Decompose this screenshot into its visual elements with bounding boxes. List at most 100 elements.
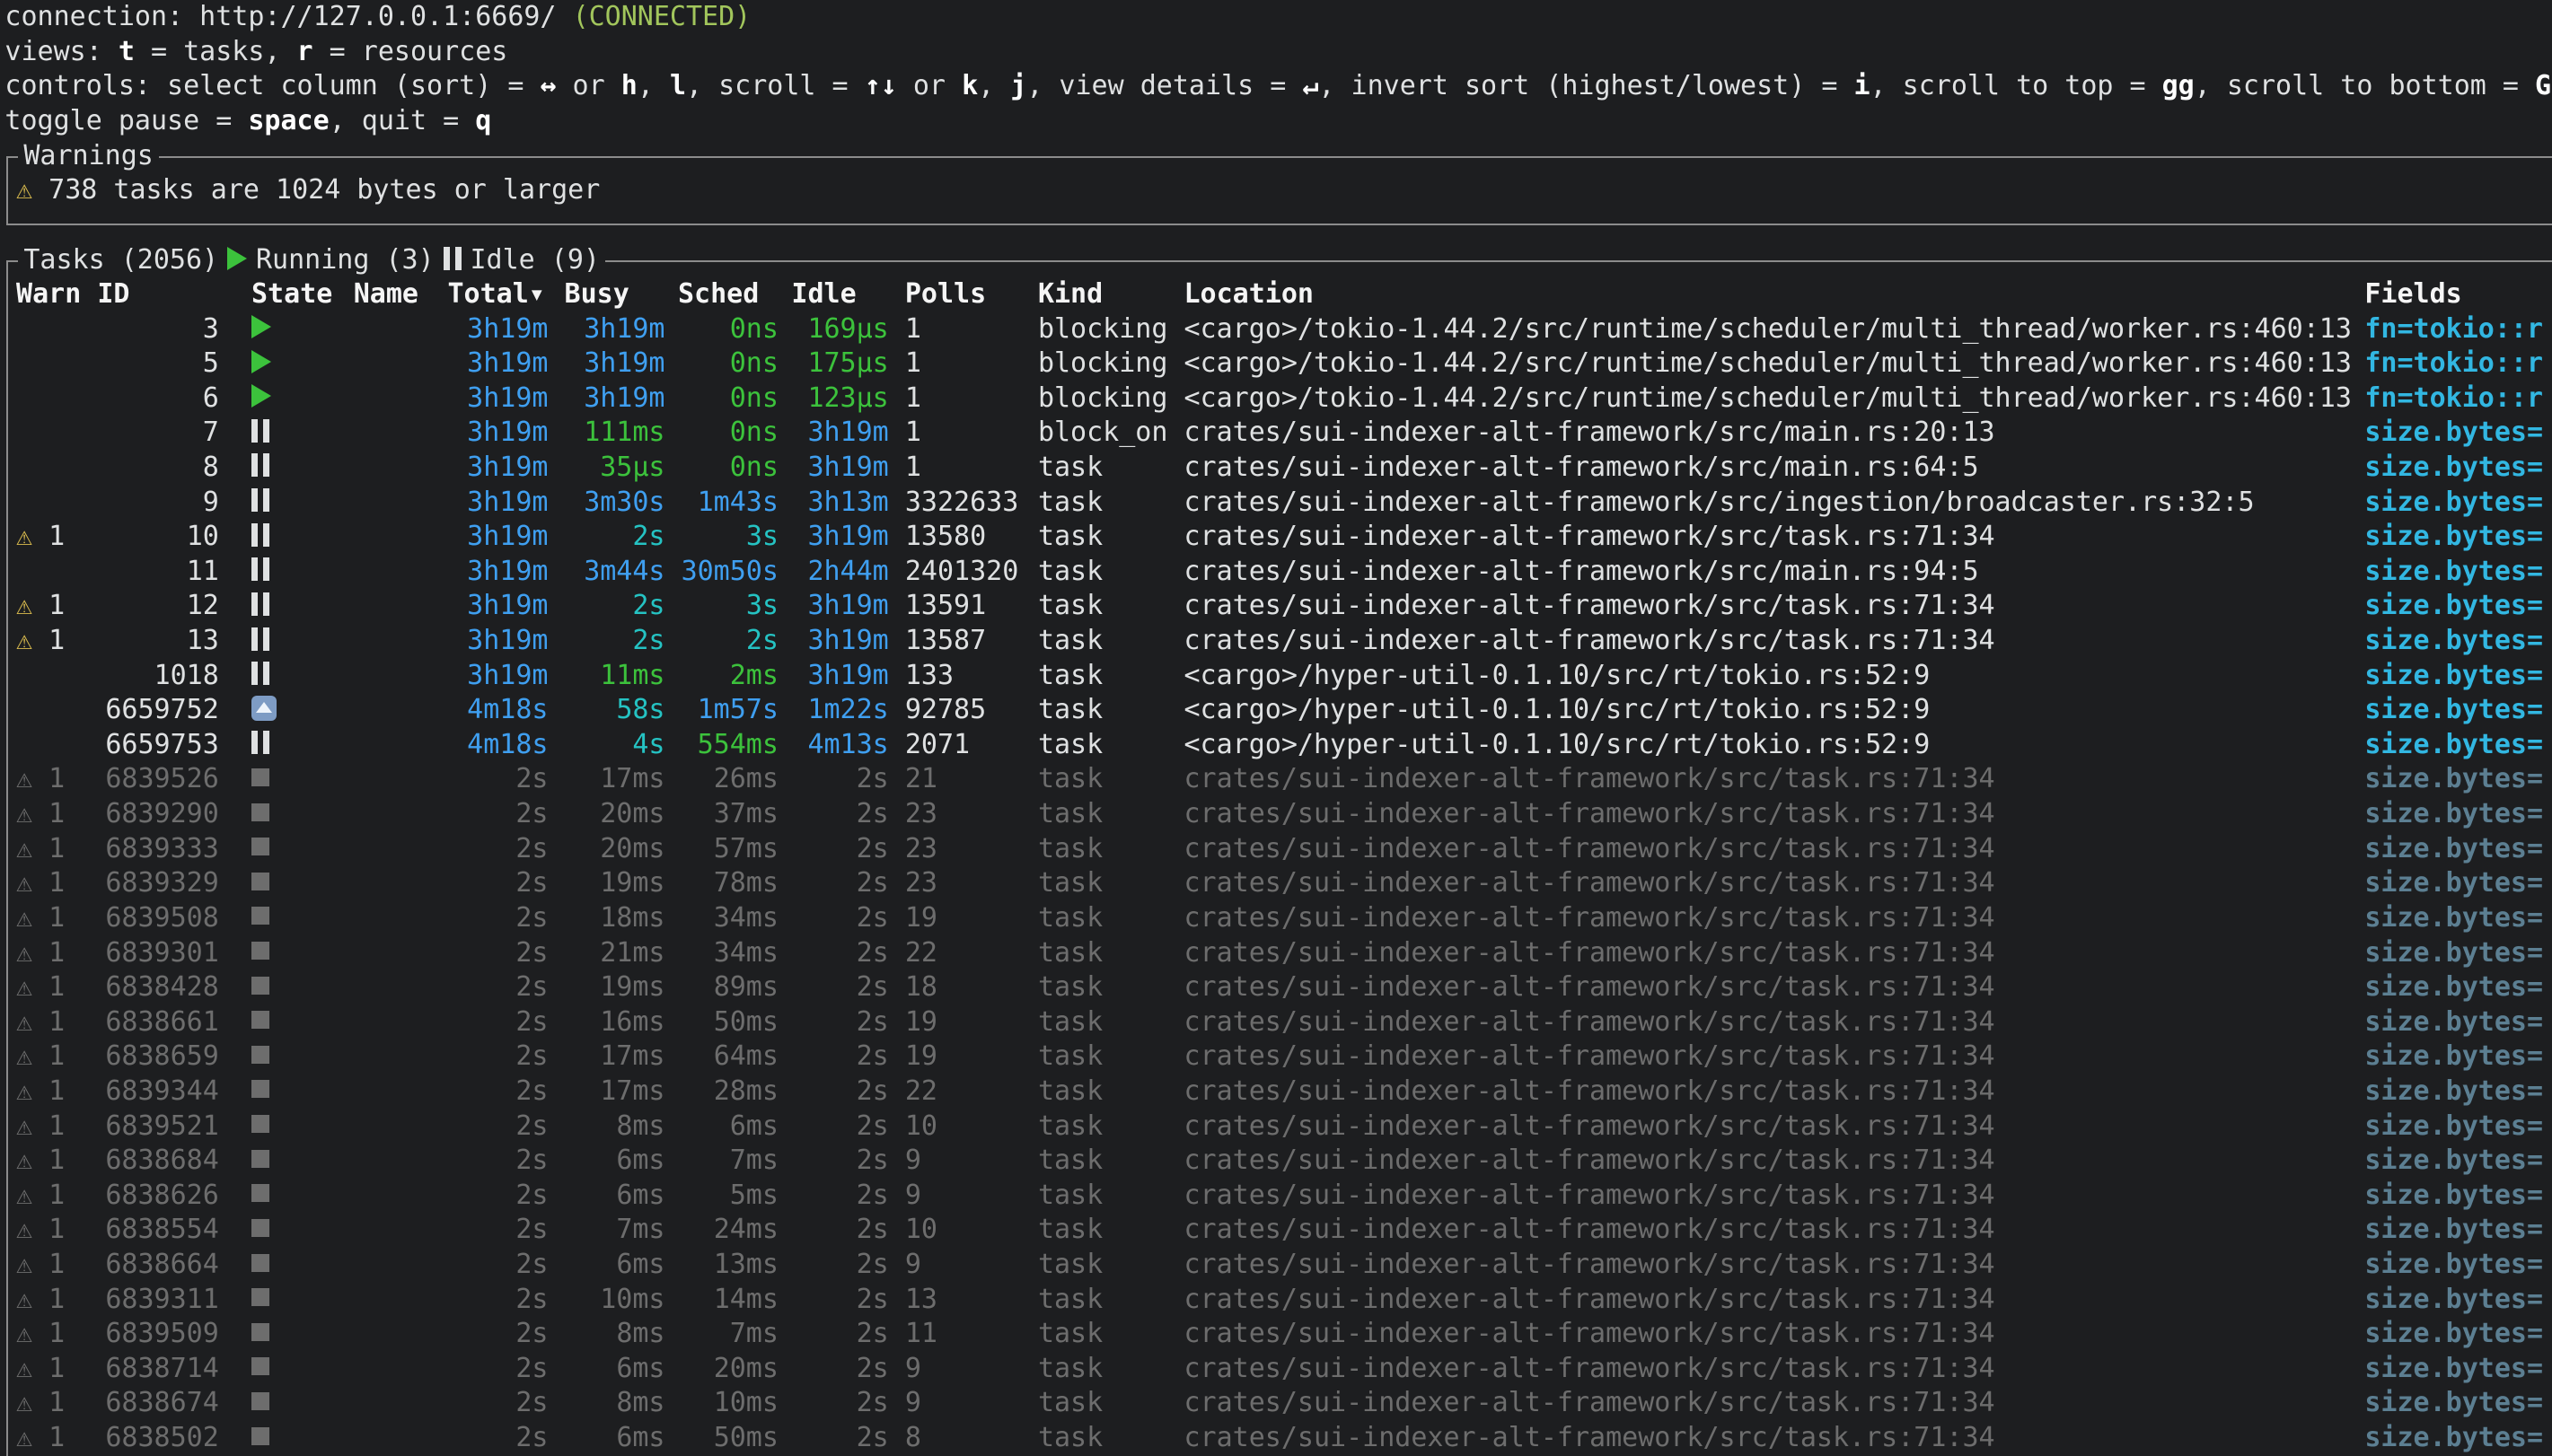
column-header-state[interactable]: State xyxy=(251,277,340,312)
task-row-6659752[interactable]: 66597524m18s58s1m57s1m22s92785task<cargo… xyxy=(0,693,2552,728)
cell-sched: 28ms xyxy=(678,1074,779,1110)
task-row-6838502[interactable]: ⚠ 168385022s6ms50ms2s8taskcrates/sui-ind… xyxy=(0,1421,2552,1456)
cell-total: 2s xyxy=(447,1421,548,1456)
task-row-6838684[interactable]: ⚠ 168386842s6ms7ms2s9taskcrates/sui-inde… xyxy=(0,1144,2552,1179)
cell-kind: task xyxy=(1038,589,1192,624)
cell-total: 2s xyxy=(447,1144,548,1179)
task-row-6659753[interactable]: 66597534m18s4s554ms4m13s2071task<cargo>/… xyxy=(0,728,2552,763)
task-row-8[interactable]: 83h19m35µs0ns3h19m1taskcrates/sui-indexe… xyxy=(0,451,2552,486)
state-running-icon xyxy=(251,384,271,408)
cell-idle: 3h19m xyxy=(791,520,888,555)
state-stopped-icon xyxy=(251,1392,269,1410)
task-row-12[interactable]: ⚠ 1123h19m2s3s3h19m13591taskcrates/sui-i… xyxy=(0,589,2552,624)
warnings-panel-title: Warnings xyxy=(18,139,159,174)
task-row-9[interactable]: 93h19m3m30s1m43s3h13m3322633taskcrates/s… xyxy=(0,486,2552,521)
cell-busy: 3h19m xyxy=(565,312,665,347)
cell-name xyxy=(354,762,435,797)
task-row-6839526[interactable]: ⚠ 168395262s17ms26ms2s21taskcrates/sui-i… xyxy=(0,762,2552,797)
cell-idle: 2s xyxy=(791,1039,888,1074)
cell-state xyxy=(251,1005,340,1040)
cell-location: crates/sui-indexer-alt-framework/src/tas… xyxy=(1184,1352,2367,1387)
column-header-busy[interactable]: Busy xyxy=(565,277,665,312)
task-row-6838664[interactable]: ⚠ 168386642s6ms13ms2s9taskcrates/sui-ind… xyxy=(0,1248,2552,1283)
cell-total: 2s xyxy=(447,1179,548,1214)
cell-idle: 2s xyxy=(791,832,888,867)
cell-location: crates/sui-indexer-alt-framework/src/tas… xyxy=(1184,1386,2367,1421)
cell-location: crates/sui-indexer-alt-framework/src/tas… xyxy=(1184,1179,2367,1214)
cell-sched: 5ms xyxy=(678,1179,779,1214)
task-row-5[interactable]: 53h19m3h19m0ns175µs1blocking<cargo>/toki… xyxy=(0,346,2552,382)
cell-polls: 9 xyxy=(905,1248,1034,1283)
cell-id: 10 xyxy=(97,520,218,555)
warning-icon: ⚠ xyxy=(16,867,32,899)
cell-warn: ⚠ 1 xyxy=(16,762,94,797)
cell-name xyxy=(354,1039,435,1074)
cell-total: 2s xyxy=(447,1213,548,1248)
cell-busy: 21ms xyxy=(565,936,665,971)
key-hint: ↔ xyxy=(540,70,556,101)
cell-name xyxy=(354,486,435,521)
cell-name xyxy=(354,1283,435,1318)
task-row-6838714[interactable]: ⚠ 168387142s6ms20ms2s9taskcrates/sui-ind… xyxy=(0,1352,2552,1387)
cell-warn: ⚠ 1 xyxy=(16,589,94,624)
column-header-warn[interactable]: Warn xyxy=(16,277,94,312)
task-row-6839508[interactable]: ⚠ 168395082s18ms34ms2s19taskcrates/sui-i… xyxy=(0,901,2552,936)
task-row-7[interactable]: 73h19m111ms0ns3h19m1block_oncrates/sui-i… xyxy=(0,416,2552,451)
pause-line: toggle pause = space, quit = q xyxy=(0,104,2552,139)
task-row-6838659[interactable]: ⚠ 168386592s17ms64ms2s19taskcrates/sui-i… xyxy=(0,1039,2552,1074)
connection-line: connection: http://127.0.0.1:6669/ (CONN… xyxy=(0,0,2552,35)
task-row-6839344[interactable]: ⚠ 168393442s17ms28ms2s22taskcrates/sui-i… xyxy=(0,1074,2552,1110)
column-header-location[interactable]: Location xyxy=(1184,277,2367,312)
cell-idle: 2s xyxy=(791,1179,888,1214)
column-header-polls[interactable]: Polls xyxy=(905,277,1034,312)
task-row-6839521[interactable]: ⚠ 168395212s8ms6ms2s10taskcrates/sui-ind… xyxy=(0,1110,2552,1145)
cell-id: 3 xyxy=(97,312,218,347)
column-header-total[interactable]: Total▾ xyxy=(447,277,548,312)
task-row-6839301[interactable]: ⚠ 168393012s21ms34ms2s22taskcrates/sui-i… xyxy=(0,936,2552,971)
task-row-6838554[interactable]: ⚠ 168385542s7ms24ms2s10taskcrates/sui-in… xyxy=(0,1213,2552,1248)
task-row-6839509[interactable]: ⚠ 168395092s8ms7ms2s11taskcrates/sui-ind… xyxy=(0,1317,2552,1352)
cell-total: 2s xyxy=(447,901,548,936)
task-row-6838674[interactable]: ⚠ 168386742s8ms10ms2s9taskcrates/sui-ind… xyxy=(0,1386,2552,1421)
state-stopped-icon xyxy=(251,942,269,960)
cell-sched: 24ms xyxy=(678,1213,779,1248)
cell-idle: 3h13m xyxy=(791,486,888,521)
cell-state xyxy=(251,416,340,451)
cell-name xyxy=(354,1179,435,1214)
task-row-6838661[interactable]: ⚠ 168386612s16ms50ms2s19taskcrates/sui-i… xyxy=(0,1005,2552,1040)
cell-fields: size.bytes= xyxy=(2364,1317,2552,1352)
cell-total: 4m18s xyxy=(447,728,548,763)
cell-busy: 3m30s xyxy=(565,486,665,521)
column-header-fields[interactable]: Fields xyxy=(2364,277,2552,312)
key-hint: gg xyxy=(2162,70,2195,101)
task-row-11[interactable]: 113h19m3m44s30m50s2h44m2401320taskcrates… xyxy=(0,555,2552,590)
cell-kind: task xyxy=(1038,1386,1192,1421)
cell-id: 11 xyxy=(97,555,218,590)
task-row-6839329[interactable]: ⚠ 168393292s19ms78ms2s23taskcrates/sui-i… xyxy=(0,866,2552,901)
task-row-3[interactable]: 33h19m3h19m0ns169µs1blocking<cargo>/toki… xyxy=(0,312,2552,347)
column-header-sched[interactable]: Sched xyxy=(678,277,779,312)
task-row-13[interactable]: ⚠ 1133h19m2s2s3h19m13587taskcrates/sui-i… xyxy=(0,624,2552,659)
warning-icon: ⚠ xyxy=(16,1249,32,1280)
task-row-6[interactable]: 63h19m3h19m0ns123µs1blocking<cargo>/toki… xyxy=(0,382,2552,417)
cell-polls: 133 xyxy=(905,659,1034,694)
column-header-kind[interactable]: Kind xyxy=(1038,277,1192,312)
task-row-6839333[interactable]: ⚠ 168393332s20ms57ms2s23taskcrates/sui-i… xyxy=(0,832,2552,867)
cell-fields: size.bytes= xyxy=(2364,1005,2552,1040)
cell-busy: 19ms xyxy=(565,866,665,901)
task-row-6839290[interactable]: ⚠ 168392902s20ms37ms2s23taskcrates/sui-i… xyxy=(0,797,2552,832)
cell-total: 3h19m xyxy=(447,520,548,555)
column-header-id[interactable]: ID xyxy=(97,277,218,312)
state-idle-icon xyxy=(251,488,269,512)
task-row-10[interactable]: ⚠ 1103h19m2s3s3h19m13580taskcrates/sui-i… xyxy=(0,520,2552,555)
cell-warn xyxy=(16,416,94,451)
task-row-6838626[interactable]: ⚠ 168386262s6ms5ms2s9taskcrates/sui-inde… xyxy=(0,1179,2552,1214)
column-header-idle[interactable]: Idle xyxy=(791,277,888,312)
task-row-6838428[interactable]: ⚠ 168384282s19ms89ms2s18taskcrates/sui-i… xyxy=(0,970,2552,1005)
task-row-1018[interactable]: 10183h19m11ms2ms3h19m133task<cargo>/hype… xyxy=(0,659,2552,694)
cell-polls: 21 xyxy=(905,762,1034,797)
column-header-name[interactable]: Name xyxy=(354,277,435,312)
task-row-6839311[interactable]: ⚠ 168393112s10ms14ms2s13taskcrates/sui-i… xyxy=(0,1283,2552,1318)
cell-busy: 3h19m xyxy=(565,346,665,382)
cell-sched: 0ns xyxy=(678,382,779,417)
